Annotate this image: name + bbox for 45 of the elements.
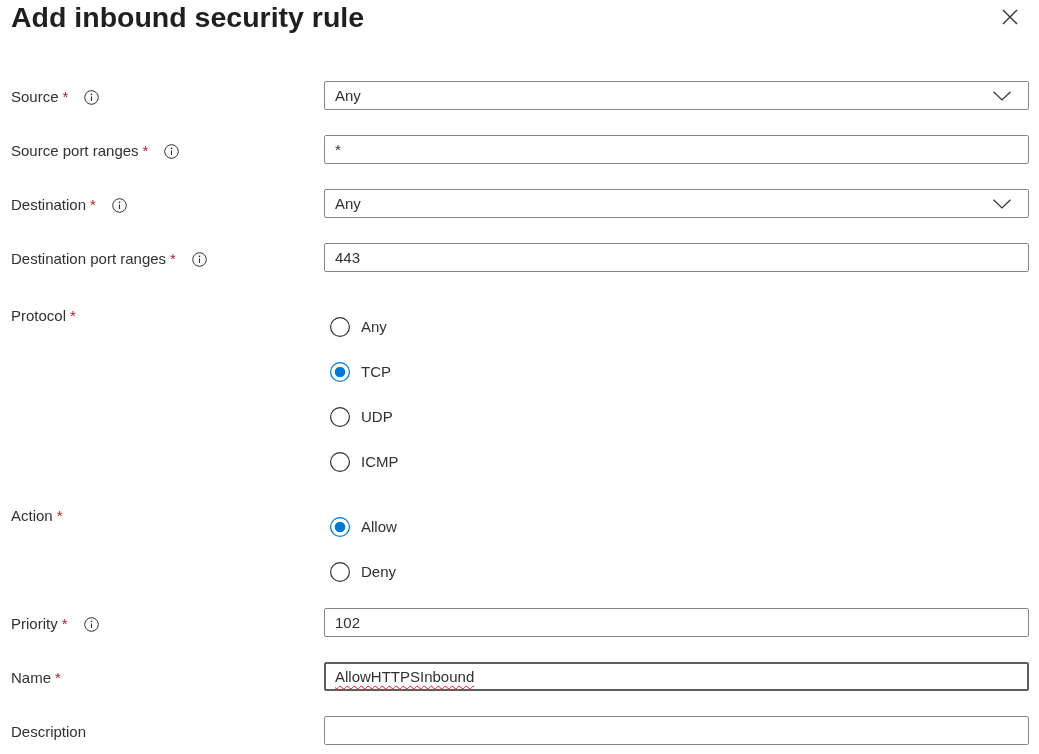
field-label: Description: [11, 722, 87, 742]
text-field[interactable]: *: [324, 135, 1029, 164]
dropdown[interactable]: Any: [324, 81, 1029, 110]
text-field[interactable]: [324, 716, 1029, 745]
radio-label[interactable]: Allow: [361, 518, 397, 535]
required-marker: *: [62, 87, 69, 107]
required-marker: *: [56, 506, 63, 526]
required-marker: *: [55, 668, 61, 688]
field-label: Action: [11, 506, 53, 526]
radio-label[interactable]: UDP: [361, 408, 393, 425]
radio-label[interactable]: ICMP: [361, 453, 399, 470]
radio-label[interactable]: TCP: [361, 363, 391, 380]
required-marker: *: [170, 249, 176, 269]
field-label: Destination: [11, 195, 87, 215]
info-icon[interactable]: [191, 251, 207, 267]
required-marker: *: [70, 306, 76, 326]
text-field[interactable]: 443: [324, 243, 1029, 272]
required-marker: *: [61, 614, 68, 634]
dropdown[interactable]: Any: [324, 189, 1029, 218]
field-label: Source: [11, 87, 59, 107]
info-icon[interactable]: [164, 143, 180, 159]
info-icon[interactable]: [83, 616, 99, 632]
info-icon[interactable]: [84, 89, 100, 105]
radio-button[interactable]: [330, 561, 350, 582]
field-label: Source port ranges: [11, 141, 139, 161]
chevron-down-icon: [993, 90, 1011, 101]
radio-label[interactable]: Deny: [361, 563, 397, 580]
radio-label[interactable]: Any: [361, 318, 387, 335]
required-marker: *: [142, 141, 149, 161]
field-label: Priority: [11, 614, 58, 634]
required-marker: *: [90, 195, 96, 215]
close-icon: [1002, 9, 1018, 25]
info-icon[interactable]: [111, 197, 127, 213]
text-field[interactable]: 102: [324, 608, 1029, 637]
field-label: Destination port ranges: [11, 249, 167, 269]
chevron-down-icon: [993, 198, 1011, 209]
text-field[interactable]: AllowHTTPSInbound: [324, 662, 1029, 691]
radio-button[interactable]: [330, 361, 350, 382]
radio-button[interactable]: [330, 316, 350, 337]
radio-button[interactable]: [330, 516, 350, 537]
radio-button[interactable]: [330, 406, 350, 427]
panel-title: Add inbound security rule: [11, 0, 365, 34]
field-label: Name: [11, 668, 51, 688]
radio-button[interactable]: [330, 451, 350, 472]
field-label: Protocol: [11, 306, 67, 326]
